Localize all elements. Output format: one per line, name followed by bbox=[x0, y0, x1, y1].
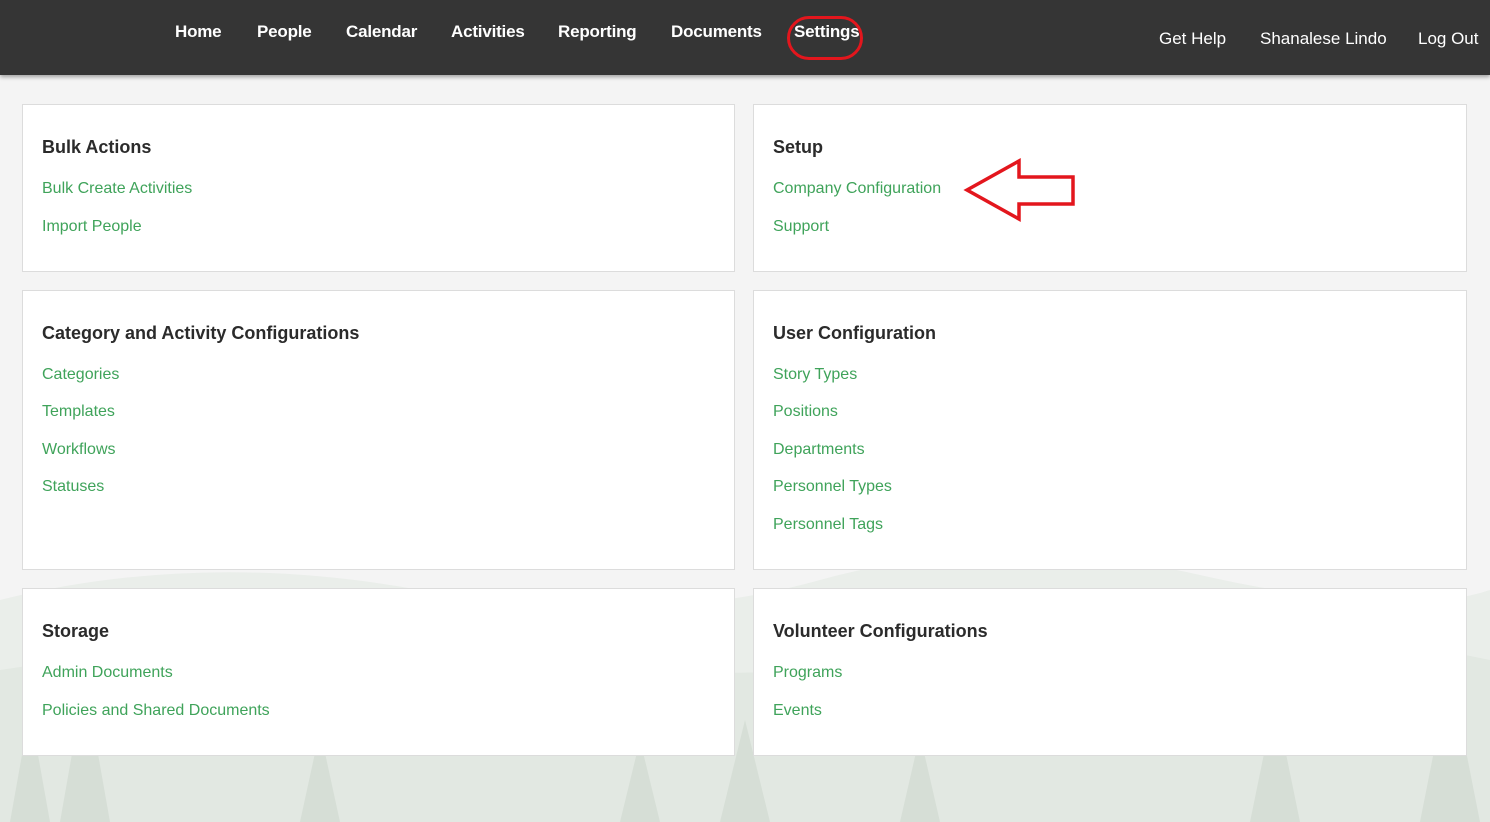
nav-activities[interactable]: Activities bbox=[451, 22, 525, 42]
user-configuration-title: User Configuration bbox=[773, 323, 937, 343]
nav-people[interactable]: People bbox=[257, 22, 312, 42]
nav-reporting[interactable]: Reporting bbox=[558, 22, 637, 42]
storage-title: Storage bbox=[42, 621, 110, 641]
story-types-link[interactable]: Story Types bbox=[773, 366, 857, 384]
categories-link[interactable]: Categories bbox=[42, 366, 119, 384]
user-name-link[interactable]: Shanalese Lindo bbox=[1260, 29, 1387, 49]
admin-documents-link[interactable]: Admin Documents bbox=[42, 664, 173, 682]
setup-card: Setup Company Configuration Support bbox=[753, 104, 1467, 272]
templates-link[interactable]: Templates bbox=[42, 403, 115, 421]
positions-link[interactable]: Positions bbox=[773, 403, 838, 421]
bulk-create-activities-link[interactable]: Bulk Create Activities bbox=[42, 180, 192, 198]
workflows-link[interactable]: Workflows bbox=[42, 441, 116, 459]
category-activity-title: Category and Activity Configurations bbox=[42, 323, 360, 343]
nav-home[interactable]: Home bbox=[175, 22, 222, 42]
programs-link[interactable]: Programs bbox=[773, 664, 842, 682]
bulk-actions-card: Bulk Actions Bulk Create Activities Impo… bbox=[22, 104, 735, 272]
events-link[interactable]: Events bbox=[773, 702, 822, 720]
settings-highlight-ring bbox=[787, 16, 863, 60]
personnel-types-link[interactable]: Personnel Types bbox=[773, 478, 892, 496]
departments-link[interactable]: Departments bbox=[773, 441, 865, 459]
log-out-link[interactable]: Log Out bbox=[1418, 29, 1479, 49]
top-navigation-bar: Home People Calendar Activities Reportin… bbox=[0, 0, 1490, 75]
personnel-tags-link[interactable]: Personnel Tags bbox=[773, 516, 883, 534]
nav-documents[interactable]: Documents bbox=[671, 22, 762, 42]
setup-title: Setup bbox=[773, 137, 824, 157]
statuses-link[interactable]: Statuses bbox=[42, 478, 104, 496]
get-help-link[interactable]: Get Help bbox=[1159, 29, 1226, 49]
support-link[interactable]: Support bbox=[773, 218, 829, 236]
storage-card: Storage Admin Documents Policies and Sha… bbox=[22, 588, 735, 756]
policies-shared-documents-link[interactable]: Policies and Shared Documents bbox=[42, 702, 270, 720]
volunteer-configurations-card: Volunteer Configurations Programs Events bbox=[753, 588, 1467, 756]
bulk-actions-title: Bulk Actions bbox=[42, 137, 152, 157]
company-configuration-link[interactable]: Company Configuration bbox=[773, 180, 941, 198]
volunteer-configurations-title: Volunteer Configurations bbox=[773, 621, 988, 641]
category-activity-card: Category and Activity Configurations Cat… bbox=[22, 290, 735, 570]
import-people-link[interactable]: Import People bbox=[42, 218, 142, 236]
user-configuration-card: User Configuration Story Types Positions… bbox=[753, 290, 1467, 570]
settings-page: Home People Calendar Activities Reportin… bbox=[0, 0, 1490, 822]
nav-calendar[interactable]: Calendar bbox=[346, 22, 417, 42]
annotation-arrow-icon bbox=[963, 158, 1075, 222]
